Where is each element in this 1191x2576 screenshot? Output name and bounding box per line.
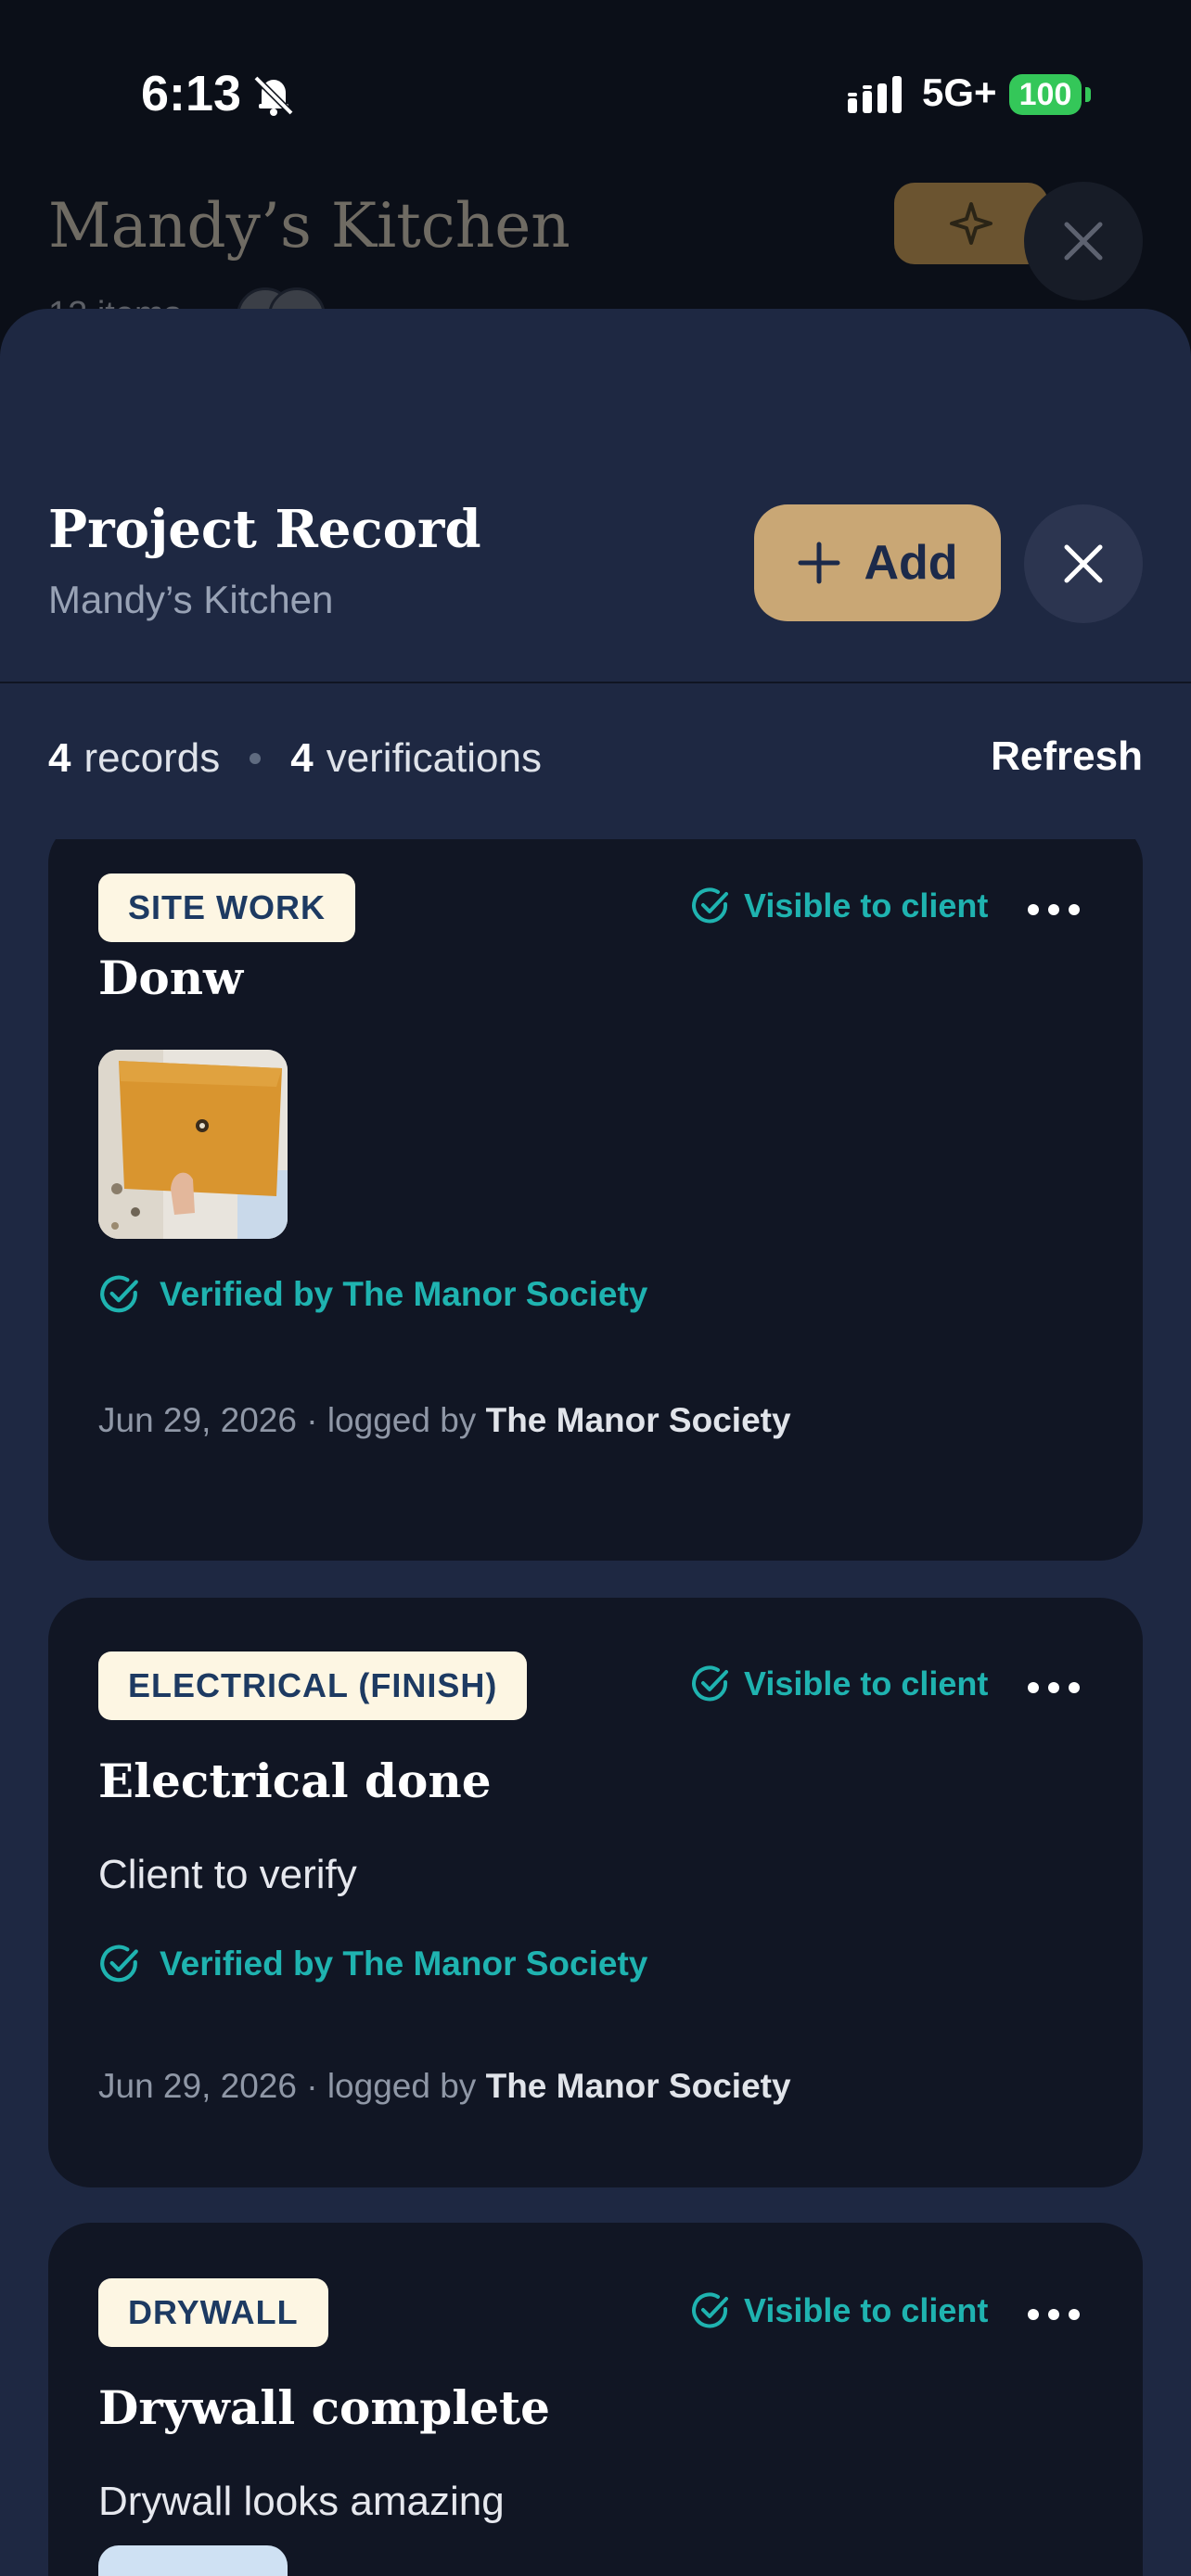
record-card[interactable]: SITE WORK Visible to client Donw Verifie… xyxy=(48,839,1143,1561)
record-card[interactable]: ELECTRICAL (FINISH) Visible to client El… xyxy=(48,1598,1143,2187)
plus-icon xyxy=(798,542,840,584)
refresh-button[interactable]: Refresh xyxy=(991,733,1143,780)
network-type: 5G+ xyxy=(922,70,997,114)
separator-dot xyxy=(250,753,262,764)
record-photo[interactable] xyxy=(98,1050,288,1239)
bell-slash-icon xyxy=(253,75,294,116)
dot xyxy=(1048,904,1059,915)
check-circle-icon xyxy=(100,1275,138,1313)
verification-status: Verified by The Manor Society xyxy=(98,1273,647,1316)
sheet-header: Project Record Mandy’s Kitchen Add xyxy=(0,309,1191,682)
record-title: Electrical done xyxy=(98,1753,492,1808)
more-options-button[interactable] xyxy=(1028,904,1080,915)
close-button[interactable] xyxy=(1024,504,1143,623)
background-app-title: Mandy’s Kitchen xyxy=(48,190,570,261)
check-circle-icon xyxy=(100,1945,138,1983)
verifications-label: verifications xyxy=(326,735,542,781)
visibility-label: Visible to client xyxy=(744,886,989,925)
dot xyxy=(1028,904,1039,915)
category-tag: DRYWALL xyxy=(98,2278,328,2347)
more-options-button[interactable] xyxy=(1028,2309,1080,2320)
records-label: records xyxy=(83,735,221,781)
check-circle-icon xyxy=(692,887,728,924)
record-summary: 4 records 4 verifications xyxy=(48,735,542,782)
record-title: Donw xyxy=(98,950,244,1005)
visibility-status[interactable]: Visible to client xyxy=(690,1664,988,1704)
battery-tip xyxy=(1085,87,1091,102)
dot xyxy=(1069,1682,1080,1693)
background-close-button xyxy=(1024,182,1143,300)
dot xyxy=(1069,2309,1080,2320)
record-meta: Jun 29, 2026 · logged by The Manor Socie… xyxy=(98,2067,791,2106)
category-tag: SITE WORK xyxy=(98,874,355,942)
record-note: Client to verify xyxy=(98,1852,357,1897)
record-title: Drywall complete xyxy=(98,2380,550,2435)
sheet-title: Project Record xyxy=(48,499,481,560)
verifications-count: 4 xyxy=(290,735,314,781)
project-record-sheet: Project Record Mandy’s Kitchen Add 4 rec… xyxy=(0,309,1191,2576)
visibility-status[interactable]: Visible to client xyxy=(690,886,988,926)
add-button-label: Add xyxy=(864,536,958,590)
signal-icon xyxy=(848,76,902,113)
dot xyxy=(1069,904,1080,915)
logged-by: The Manor Society xyxy=(485,1401,791,1439)
visibility-label: Visible to client xyxy=(744,1664,989,1702)
record-date: Jun 29, 2026 · logged by xyxy=(98,1401,477,1439)
status-bar: 6:13 5G+ 100 xyxy=(0,0,1191,185)
logged-by: The Manor Society xyxy=(485,2067,791,2105)
records-count: 4 xyxy=(48,735,71,781)
check-circle-icon xyxy=(692,1665,728,1702)
add-button[interactable]: Add xyxy=(754,504,1001,621)
category-tag: ELECTRICAL (FINISH) xyxy=(98,1651,528,1720)
dot xyxy=(1048,1682,1059,1693)
clock: 6:13 xyxy=(141,66,242,121)
record-meta: Jun 29, 2026 · logged by The Manor Socie… xyxy=(98,1401,791,1440)
close-icon xyxy=(1064,222,1103,261)
more-options-button[interactable] xyxy=(1028,1682,1080,1693)
record-date: Jun 29, 2026 · logged by xyxy=(98,2067,477,2105)
dot xyxy=(1048,2309,1059,2320)
verified-label: Verified by The Manor Society xyxy=(160,1275,648,1313)
record-card[interactable]: DRYWALL Visible to client Drywall comple… xyxy=(48,2223,1143,2576)
summary-bar: 4 records 4 verifications Refresh xyxy=(0,683,1191,839)
dot xyxy=(1028,1682,1039,1693)
sparkle-icon xyxy=(950,202,992,245)
close-icon xyxy=(1064,544,1103,583)
sheet-subtitle: Mandy’s Kitchen xyxy=(48,578,334,621)
dot xyxy=(1028,2309,1039,2320)
visibility-status[interactable]: Visible to client xyxy=(690,2290,988,2331)
visibility-label: Visible to client xyxy=(744,2291,989,2329)
record-note: Drywall looks amazing xyxy=(98,2479,505,2524)
record-list: SITE WORK Visible to client Donw Verifie… xyxy=(0,839,1191,2576)
verification-status: Verified by The Manor Society xyxy=(98,1943,647,1985)
verified-label: Verified by The Manor Society xyxy=(160,1945,648,1983)
check-circle-icon xyxy=(692,2292,728,2328)
battery-indicator: 100 xyxy=(1009,74,1082,115)
attachment-chip[interactable] xyxy=(98,2545,288,2576)
